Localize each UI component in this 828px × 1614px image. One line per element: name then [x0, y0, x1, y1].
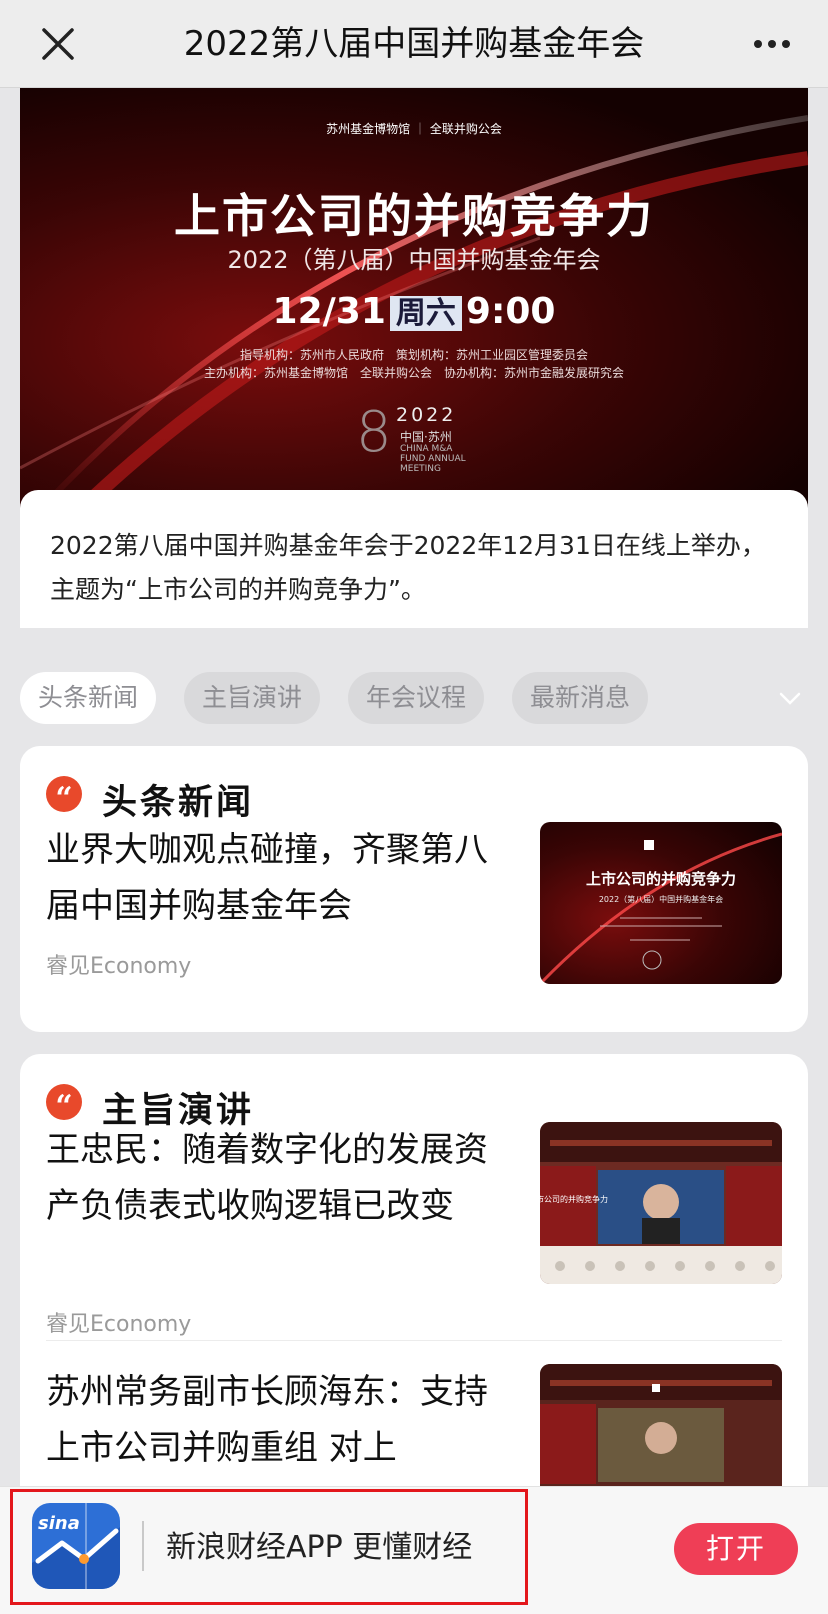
banner-subtitle: 2022（第八届）中国并购基金年会 [227, 246, 601, 274]
banner-emblem: 8 2022 中国·苏州 CHINA M&A FUND ANNUAL MEETI… [356, 400, 466, 474]
svg-text:“: “ [55, 1089, 72, 1120]
tab-keynotes[interactable]: 主旨演讲 [184, 672, 321, 724]
quote-icon: “ [46, 1084, 82, 1124]
event-banner[interactable]: 苏州基金博物馆 ｜ 全联并购公会 上市公司的并购竞争力 2022（第八届）中国并… [20, 88, 808, 510]
chevron-down-icon[interactable] [776, 684, 804, 712]
article-thumbnail[interactable]: 上市公司的并购竞争力 [540, 1122, 782, 1284]
article-title[interactable]: 王忠民：随着数字化的发展资产负债表式收购逻辑已改变 [46, 1122, 502, 1234]
emblem-location: 中国·苏州 [400, 430, 452, 444]
intro-card: 2022第八届中国并购基金年会于2022年12月31日在线上举办，主题为“上市公… [20, 490, 808, 628]
article-title[interactable]: 业界大咖观点碰撞，齐聚第八届中国并购基金年会 [46, 822, 502, 934]
section-headlines: “ 头条新闻 业界大咖观点碰撞，齐聚第八届中国并购基金年会 睿见Economy … [20, 746, 808, 1032]
banner-time: 9:00 [465, 291, 556, 332]
banner-weekday: 周六 [389, 296, 462, 331]
emblem-english: CHINA M&A FUND ANNUAL MEETING [400, 444, 466, 474]
emblem-year: 2022 [396, 404, 457, 426]
article-title[interactable]: 苏州常务副市长顾海东：支持上市公司并购重组 对上 [46, 1364, 502, 1476]
tab-headlines[interactable]: 头条新闻 [20, 672, 157, 724]
intro-text: 2022第八届中国并购基金年会于2022年12月31日在线上举办，主题为“上市公… [50, 531, 766, 604]
banner-logos: 苏州基金博物馆 ｜ 全联并购公会 [326, 122, 502, 136]
sina-app-icon[interactable]: sina [32, 1503, 120, 1589]
page-title: 2022第八届中国并购基金年会 [183, 24, 645, 64]
museum-logo: 苏州基金博物馆 [326, 122, 411, 136]
app-promo-bar[interactable]: sina 新浪财经APP 更懂财经 打开 [0, 1486, 828, 1614]
thumb-stage-text: 上市公司的并购竞争力 [540, 1194, 608, 1204]
promo-separator [142, 1521, 144, 1571]
thumb-subtitle: 2022（第八届）中国并购基金年会 [599, 894, 723, 904]
section-tabs: 头条新闻 主旨演讲 年会议程 最新消息 [20, 672, 808, 724]
promo-text: 新浪财经APP 更懂财经 [166, 1530, 473, 1565]
section-title: 头条新闻 [102, 783, 255, 823]
article-item[interactable]: 王忠民：随着数字化的发展资产负债表式收购逻辑已改变 睿见Economy 上市公司… [20, 1122, 808, 1362]
open-app-button[interactable]: 打开 [674, 1523, 798, 1575]
article-source: 睿见Economy [46, 1312, 192, 1337]
association-logo: 全联并购公会 [429, 122, 502, 136]
banner-organizers-line1: 指导机构：苏州市人民政府 策划机构：苏州工业园区管理委员会 [239, 348, 588, 362]
svg-text:“: “ [55, 781, 72, 812]
article-item[interactable]: 业界大咖观点碰撞，齐聚第八届中国并购基金年会 睿见Economy 上市公司的并购… [20, 822, 808, 1012]
banner-organizers-line2: 主办机构：苏州基金博物馆 全联并购公会 协办机构：苏州市金融发展研究会 [203, 366, 624, 380]
tab-latest[interactable]: 最新消息 [512, 672, 649, 724]
banner-headline: 上市公司的并购竞争力 [174, 189, 654, 243]
article-source: 睿见Economy [46, 954, 192, 979]
nav-bar: 2022第八届中国并购基金年会 [0, 0, 828, 88]
tab-agenda[interactable]: 年会议程 [348, 672, 485, 724]
banner-datetime: 12/31 周六 9:00 [20, 288, 808, 332]
article-thumbnail[interactable]: 上市公司的并购竞争力 2022（第八届）中国并购基金年会 [540, 822, 782, 984]
quote-icon: “ [46, 776, 82, 816]
emblem-number: 8 [356, 400, 392, 465]
thumb-headline: 上市公司的并购竞争力 [586, 870, 736, 888]
app-icon-text: sina [38, 1513, 80, 1534]
divider [46, 1340, 782, 1341]
banner-date: 12/31 [272, 291, 386, 332]
close-icon[interactable] [36, 22, 80, 66]
more-icon[interactable] [750, 28, 794, 60]
